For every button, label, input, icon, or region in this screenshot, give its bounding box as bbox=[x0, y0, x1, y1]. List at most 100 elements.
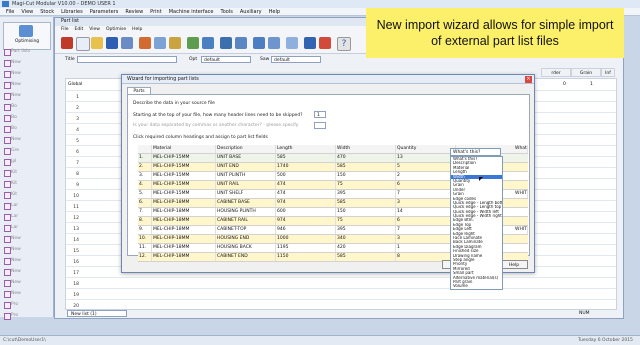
info-column-header[interactable]: Inf bbox=[601, 68, 615, 77]
saw-select[interactable]: default bbox=[271, 56, 321, 63]
drawing-icon[interactable] bbox=[268, 37, 280, 49]
menu-stock[interactable]: Stock bbox=[40, 8, 54, 15]
tree-item[interactable]: New bbox=[3, 79, 51, 90]
column-header[interactable]: Width bbox=[336, 145, 396, 153]
doc-menu-view[interactable]: View bbox=[89, 26, 100, 34]
table-cell: MEL-CHIP-15MM bbox=[152, 190, 216, 198]
grain-column-header[interactable]: Grain bbox=[571, 68, 601, 77]
tree-item[interactable]: Gre bbox=[3, 145, 51, 156]
menu-auxiliary[interactable]: Auxiliary bbox=[240, 8, 262, 15]
help-button[interactable]: Help bbox=[500, 260, 528, 269]
open-folder-icon[interactable] bbox=[91, 37, 103, 49]
mouse-cursor-icon bbox=[479, 177, 483, 181]
column-header[interactable] bbox=[138, 145, 152, 153]
tree-item[interactable]: Bo bbox=[3, 112, 51, 123]
menu-help[interactable]: Help bbox=[269, 8, 280, 15]
column-header[interactable]: Description bbox=[216, 145, 276, 153]
table-cell: MEL-CHIP-18MM bbox=[152, 208, 216, 216]
tree-item[interactable]: New bbox=[3, 255, 51, 266]
optimising-label: Optimising bbox=[14, 39, 40, 44]
menu-print[interactable]: Print bbox=[150, 8, 162, 15]
column-header[interactable]: Length bbox=[276, 145, 336, 153]
column-assign-select[interactable]: What's this? bbox=[450, 148, 501, 156]
column-assign-options[interactable]: What's this? Description Material Length… bbox=[450, 156, 503, 290]
tree-item[interactable]: Lar bbox=[3, 211, 51, 222]
table-cell: HOUSING BACK bbox=[216, 244, 276, 252]
menu-tools[interactable]: Tools bbox=[221, 8, 233, 15]
help-icon[interactable]: ? bbox=[337, 37, 351, 51]
header-skip-input[interactable]: 1 bbox=[314, 111, 326, 118]
tree-item[interactable]: New bbox=[3, 68, 51, 79]
part-list-tree: Part lists New New New New Bo Bo Bo New … bbox=[3, 46, 51, 321]
menu-review[interactable]: Review bbox=[125, 8, 143, 15]
cut-icon[interactable] bbox=[139, 37, 151, 49]
tree-item[interactable]: Bo bbox=[3, 101, 51, 112]
table-cell: 2. bbox=[138, 163, 152, 171]
tree-item[interactable]: New bbox=[3, 288, 51, 299]
new-list-icon[interactable] bbox=[76, 37, 90, 51]
optimise-run-icon[interactable] bbox=[304, 37, 316, 49]
doc-menu-help[interactable]: Help bbox=[132, 26, 142, 34]
tree-item[interactable]: New bbox=[3, 244, 51, 255]
table-cell: UNIT SHELF bbox=[216, 190, 276, 198]
table-cell: UNIT BASE bbox=[216, 154, 276, 162]
tree-item[interactable]: New bbox=[3, 57, 51, 68]
menu-machine-interface[interactable]: Machine interface bbox=[169, 8, 214, 15]
sheet-tab-new-list[interactable]: New list (1) bbox=[67, 310, 127, 317]
opt-select[interactable]: default bbox=[201, 56, 251, 63]
save-icon[interactable] bbox=[106, 37, 118, 49]
tree-item[interactable]: Lar bbox=[3, 222, 51, 233]
table-cell: 1150 bbox=[276, 253, 336, 261]
separator-input[interactable] bbox=[314, 122, 326, 129]
edit-icon[interactable] bbox=[286, 37, 298, 49]
order-column-header[interactable]: rder bbox=[541, 68, 571, 77]
doc-menu-file[interactable]: File bbox=[61, 26, 69, 34]
tree-item[interactable]: Kit bbox=[3, 178, 51, 189]
tree-item[interactable]: Part lists bbox=[3, 46, 51, 57]
menu-file[interactable]: File bbox=[6, 8, 14, 15]
tree-item[interactable]: Bo bbox=[3, 123, 51, 134]
tree-item[interactable]: New bbox=[3, 134, 51, 145]
doc-menu-edit[interactable]: Edit bbox=[75, 26, 84, 34]
table-cell: CABINET-TOP bbox=[216, 226, 276, 234]
global-row-label: Global bbox=[68, 82, 83, 87]
stop-icon[interactable] bbox=[319, 37, 331, 49]
import-icon[interactable] bbox=[61, 37, 73, 49]
grid-icon[interactable] bbox=[253, 37, 265, 49]
menu-view[interactable]: View bbox=[21, 8, 33, 15]
print-icon[interactable] bbox=[121, 37, 133, 49]
tree-item[interactable]: Pro bbox=[3, 310, 51, 321]
find-icon[interactable] bbox=[235, 37, 247, 49]
tree-item[interactable]: Jpl bbox=[3, 156, 51, 167]
dropdown-option[interactable]: Volume bbox=[451, 284, 502, 288]
table-cell: CABINET RAIL bbox=[216, 217, 276, 225]
column-header[interactable]: What's bbox=[514, 145, 528, 153]
doc-menu-optimise[interactable]: Optimise bbox=[106, 26, 126, 34]
delete-row-icon[interactable] bbox=[202, 37, 214, 49]
tree-item[interactable]: New bbox=[3, 90, 51, 101]
tree-item[interactable]: New bbox=[3, 277, 51, 288]
tree-item[interactable]: Lar bbox=[3, 200, 51, 211]
insert-row-icon[interactable] bbox=[187, 37, 199, 49]
table-cell: 1 bbox=[396, 244, 456, 252]
table-cell: 946 bbox=[276, 226, 336, 234]
copy-icon[interactable] bbox=[154, 37, 166, 49]
sort-icon[interactable] bbox=[220, 37, 232, 49]
row-number: 7 bbox=[76, 161, 79, 166]
tree-item[interactable]: New bbox=[3, 266, 51, 277]
table-cell: 6. bbox=[138, 199, 152, 207]
row-number: 17 bbox=[73, 271, 79, 276]
column-header[interactable]: Material bbox=[152, 145, 216, 153]
paste-icon[interactable] bbox=[169, 37, 181, 49]
tree-item[interactable]: Pro bbox=[3, 299, 51, 310]
tree-item[interactable]: New bbox=[3, 233, 51, 244]
close-icon[interactable]: × bbox=[525, 76, 532, 83]
title-field[interactable] bbox=[77, 56, 177, 63]
column-header[interactable]: Quantity bbox=[396, 145, 456, 153]
table-cell: 150 bbox=[336, 208, 396, 216]
menu-libraries[interactable]: Libraries bbox=[61, 8, 83, 15]
tree-item[interactable]: Kit bbox=[3, 167, 51, 178]
tree-item[interactable]: Kit bbox=[3, 189, 51, 200]
menu-parameters[interactable]: Parameters bbox=[90, 8, 119, 15]
table-cell: 10. bbox=[138, 235, 152, 243]
